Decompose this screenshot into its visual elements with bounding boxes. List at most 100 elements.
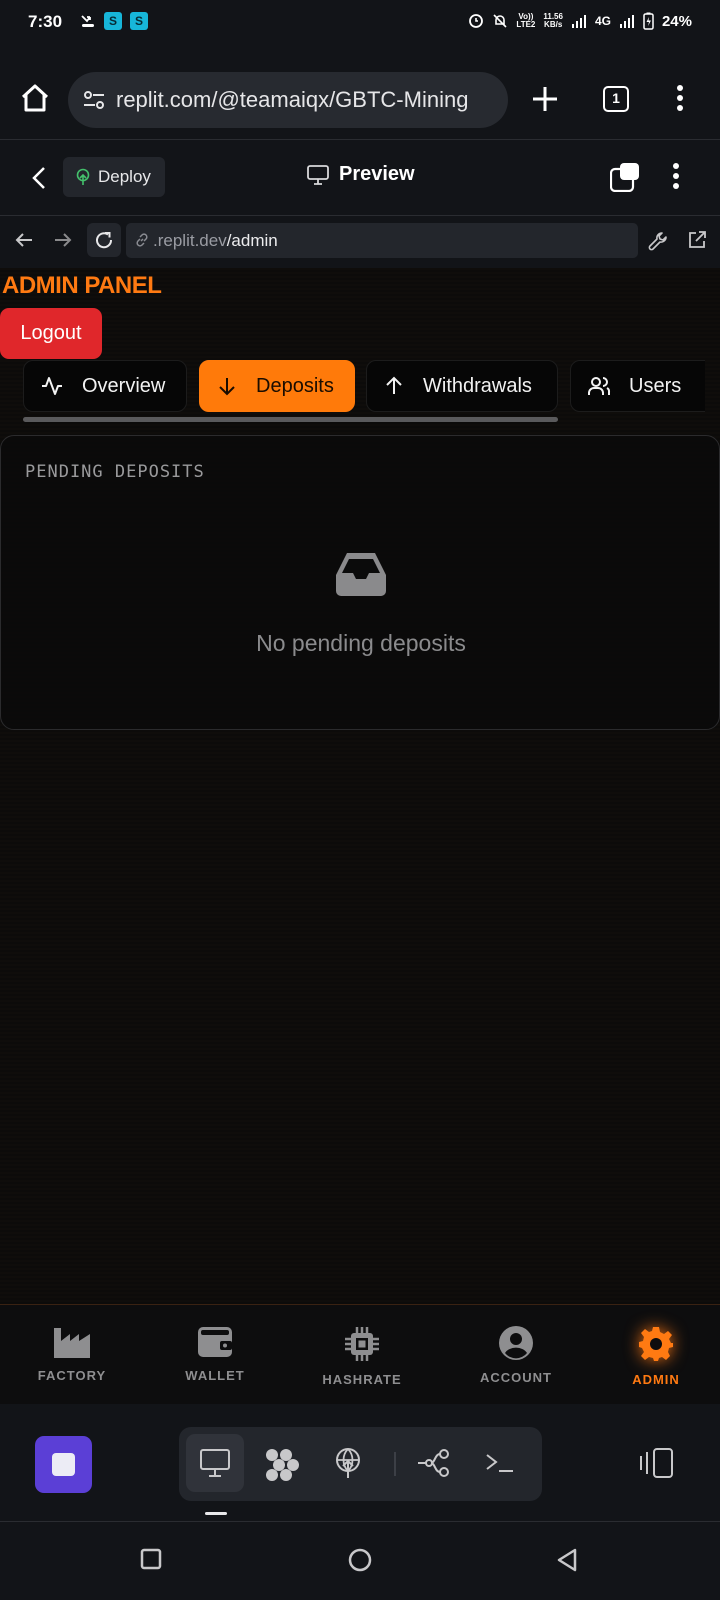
preview-label: Preview	[339, 163, 415, 185]
tool-packages[interactable]	[251, 1434, 309, 1492]
git-branch-icon	[418, 1449, 449, 1477]
users-icon	[588, 377, 611, 395]
system-navigation	[0, 1522, 720, 1600]
back-arrow-icon[interactable]	[14, 230, 34, 250]
alarm-icon	[469, 14, 484, 28]
deploy-icon	[76, 168, 90, 185]
tool-group	[179, 1427, 542, 1501]
tab-users[interactable]: Users	[570, 360, 705, 412]
deploy-button[interactable]: Deploy	[63, 157, 165, 197]
tab-deposits[interactable]: Deposits	[199, 360, 355, 412]
page-title: ADMIN PANEL	[2, 272, 162, 299]
address-bar[interactable]: replit.com/@teamaiqx/GBTC-Mining	[68, 72, 508, 128]
tab-label: Users	[629, 374, 682, 397]
nav-wallet[interactable]: WALLET	[155, 1325, 275, 1383]
deploy-label: Deploy	[98, 167, 151, 186]
terminal-icon	[486, 1454, 513, 1472]
status-time: 7:30	[28, 12, 63, 31]
replit-header: Deploy Preview	[0, 140, 720, 216]
pending-deposits-card: PENDING DEPOSITS No pending deposits	[0, 435, 720, 730]
forward-arrow-icon[interactable]	[53, 230, 73, 250]
active-tool-indicator	[205, 1512, 227, 1515]
webview-url-field[interactable]: .replit.dev/admin	[126, 223, 638, 258]
account-icon	[499, 1326, 533, 1360]
tab-withdrawals[interactable]: Withdrawals	[366, 360, 558, 412]
battery-percent: 24%	[661, 12, 692, 30]
arrow-down-icon	[219, 378, 235, 396]
toolbar-divider	[394, 1452, 396, 1476]
lte-label: LTE2	[516, 20, 536, 29]
tool-shell[interactable]	[471, 1434, 529, 1492]
nav-label: FACTORY	[37, 1368, 107, 1383]
tool-preview[interactable]	[186, 1434, 244, 1492]
nav-hashrate[interactable]: HASHRATE	[302, 1325, 422, 1387]
app-viewport: ADMIN PANEL Logout Overview Deposits Wit…	[0, 268, 720, 1304]
signal-icon	[571, 15, 586, 28]
tab-label: Overview	[82, 374, 166, 397]
tabs-scrollbar[interactable]	[23, 417, 558, 422]
url-path: /admin	[226, 231, 278, 250]
reload-icon	[96, 232, 113, 249]
card-title: PENDING DEPOSITS	[25, 462, 205, 482]
back-triangle-icon[interactable]	[556, 1548, 578, 1572]
activity-icon	[42, 377, 62, 395]
bell-off-icon	[493, 14, 507, 28]
nav-label: ACCOUNT	[480, 1370, 552, 1385]
battery-charging-icon	[643, 12, 654, 30]
nav-account[interactable]: ACCOUNT	[456, 1325, 576, 1385]
site-settings-icon[interactable]	[82, 88, 106, 112]
missed-call-icon	[81, 15, 94, 27]
reload-button[interactable]	[87, 223, 121, 257]
monitor-icon	[307, 164, 329, 185]
factory-icon	[54, 1328, 90, 1358]
more-menu-icon[interactable]	[676, 84, 684, 112]
speed-unit: KB/s	[544, 20, 563, 29]
link-icon	[136, 233, 148, 247]
logout-button[interactable]: Logout	[0, 308, 102, 359]
webview-url-bar: .replit.dev/admin	[0, 216, 720, 268]
signal-icon	[619, 15, 634, 28]
gear-icon	[639, 1327, 673, 1361]
nav-admin[interactable]: ADMIN	[596, 1325, 716, 1387]
monitor-icon	[200, 1449, 230, 1477]
tab-switcher-button[interactable]: 1	[603, 86, 629, 112]
bottom-navigation: FACTORY WALLET HASHRATE ACCOUNT ADMIN	[0, 1304, 720, 1404]
deploy-globe-icon	[336, 1448, 360, 1478]
admin-tabs: Overview Deposits Withdrawals Users	[23, 360, 705, 412]
split-view-icon[interactable]	[640, 1448, 674, 1478]
app-notification-icon: S	[130, 12, 148, 30]
inbox-icon	[336, 553, 386, 596]
tab-label: Deposits	[256, 374, 334, 397]
multi-window-icon[interactable]	[610, 162, 640, 192]
nav-label: ADMIN	[632, 1372, 680, 1387]
browser-toolbar: replit.com/@teamaiqx/GBTC-Mining 1	[0, 46, 720, 140]
home-icon[interactable]	[18, 81, 52, 115]
app-notification-icon: S	[104, 12, 122, 30]
replit-toolbar	[0, 1404, 720, 1522]
blocks-icon	[266, 1449, 299, 1481]
tab-overview[interactable]: Overview	[23, 360, 187, 412]
nav-factory[interactable]: FACTORY	[12, 1325, 132, 1383]
tool-deploy[interactable]	[319, 1434, 377, 1492]
nav-label: HASHRATE	[322, 1372, 402, 1387]
chevron-left-icon[interactable]	[30, 166, 48, 190]
wallet-icon	[198, 1327, 232, 1357]
external-link-icon[interactable]	[687, 230, 707, 250]
more-options-icon[interactable]	[672, 162, 680, 190]
stop-icon	[52, 1453, 75, 1476]
status-bar: 7:30 S S Vo)) LTE2 11.56 KB/s 4G 24%	[0, 0, 720, 46]
network-type: 4G	[594, 14, 611, 28]
url-host: .replit.dev	[153, 231, 227, 250]
nav-label: WALLET	[185, 1368, 245, 1383]
tab-label: Withdrawals	[423, 374, 532, 397]
empty-state-text: No pending deposits	[256, 630, 466, 656]
address-text[interactable]: replit.com/@teamaiqx/GBTC-Mining	[116, 87, 468, 113]
tool-git[interactable]	[404, 1434, 462, 1492]
recents-icon[interactable]	[140, 1548, 162, 1570]
preview-tab[interactable]: Preview	[307, 163, 415, 186]
new-tab-icon[interactable]	[530, 84, 560, 114]
stop-button[interactable]	[35, 1436, 92, 1493]
home-circle-icon[interactable]	[348, 1548, 372, 1572]
arrow-up-icon	[386, 376, 402, 394]
wrench-icon[interactable]	[648, 230, 670, 252]
